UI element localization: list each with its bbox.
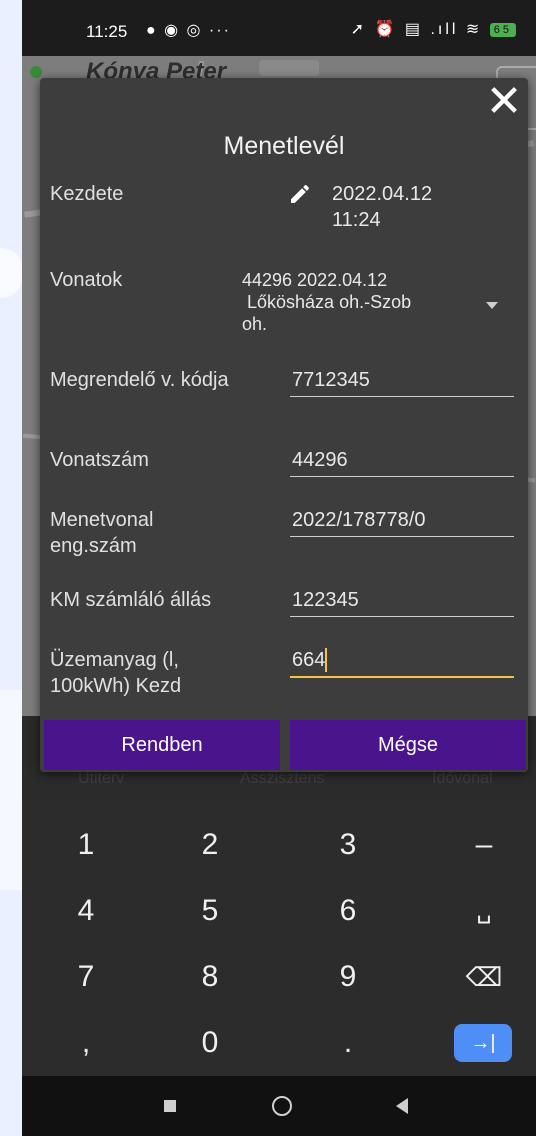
backspace-icon[interactable]: ⌫ <box>454 952 514 1002</box>
key-1[interactable]: 1 <box>56 820 116 870</box>
customer-code-label: Megrendelő v. kódja <box>50 369 229 391</box>
numeric-keyboard: 1 2 3 – 4 5 6 ␣ 7 8 9 ⌫ , 0 . →| <box>22 798 536 1076</box>
next-field-icon[interactable]: →| <box>454 1024 512 1062</box>
fuel-input[interactable]: 664 <box>292 648 328 672</box>
key-period[interactable]: . <box>318 1018 378 1068</box>
km-counter-label: KM számláló állás <box>50 589 212 611</box>
phone-screen: 11:25 ● ◉ ◎ ··· ➚ ⏰ ▤ .ıll ≋ 65 Kónya Pe… <box>22 0 536 1136</box>
back-icon[interactable] <box>396 1098 408 1114</box>
key-7[interactable]: 7 <box>56 952 116 1002</box>
pencil-icon[interactable] <box>288 182 312 206</box>
tab-idovonal[interactable]: Idővonal <box>432 770 493 788</box>
recents-icon[interactable] <box>164 1100 176 1112</box>
dropdown-arrow-icon <box>486 302 498 309</box>
signal-wifi-icons: ➚ ⏰ ▤ .ıll ≋ <box>350 21 483 38</box>
km-counter-underline <box>290 616 514 617</box>
system-icons: ➚ ⏰ ▤ .ıll ≋ 65 <box>351 19 516 39</box>
location-pin-icon <box>30 66 42 78</box>
background-decoration <box>0 690 22 890</box>
fuel-label-1: Üzemanyag (l, <box>50 649 179 671</box>
key-8[interactable]: 8 <box>180 952 240 1002</box>
key-2[interactable]: 2 <box>180 820 240 870</box>
cancel-button[interactable]: Mégse <box>290 720 526 770</box>
customer-code-underline <box>290 396 514 397</box>
trains-line-3: oh. <box>242 314 268 334</box>
train-number-underline <box>290 476 514 477</box>
status-bar: 11:25 ● ◉ ◎ ··· ➚ ⏰ ▤ .ıll ≋ 65 <box>22 0 536 56</box>
route-permit-underline <box>290 536 514 537</box>
tab-utiterv[interactable]: Útiterv <box>78 770 124 788</box>
start-time: 11:24 <box>332 209 381 231</box>
start-label: Kezdete <box>50 183 124 205</box>
key-9[interactable]: 9 <box>318 952 378 1002</box>
key-0[interactable]: 0 <box>180 1018 240 1068</box>
space-icon[interactable]: ␣ <box>454 886 514 936</box>
battery-icon: 65 <box>489 22 516 37</box>
key-minus[interactable]: – <box>454 820 514 870</box>
fuel-underline <box>290 676 514 678</box>
home-icon[interactable] <box>272 1096 292 1116</box>
fuel-input-value: 664 <box>292 649 326 671</box>
key-6[interactable]: 6 <box>318 886 378 936</box>
key-comma[interactable]: , <box>56 1018 116 1068</box>
ok-button[interactable]: Rendben <box>44 720 280 770</box>
background-decoration <box>0 248 22 298</box>
train-number-input[interactable]: 44296 <box>292 448 348 472</box>
train-number-label: Vonatszám <box>50 449 149 471</box>
trains-label: Vonatok <box>50 269 123 291</box>
notification-icons: ● ◉ ◎ ··· <box>146 22 231 39</box>
dialog-title: Menetlevél <box>223 132 345 160</box>
menetlevel-dialog: ✕ Menetlevél Kezdete 2022.04.12 11:24 Vo… <box>40 78 528 772</box>
route-permit-label-1: Menetvonal <box>50 509 154 531</box>
customer-code-input[interactable]: 7712345 <box>292 368 370 392</box>
route-permit-label-2: eng.szám <box>50 535 137 557</box>
map-label <box>259 60 319 76</box>
fuel-label-2: 100kWh) Kezd <box>50 675 182 697</box>
key-3[interactable]: 3 <box>318 820 378 870</box>
system-navigation-bar <box>22 1076 536 1136</box>
close-icon[interactable]: ✕ <box>480 78 528 126</box>
text-cursor <box>325 648 328 672</box>
km-counter-input[interactable]: 122345 <box>292 588 359 612</box>
key-5[interactable]: 5 <box>180 886 240 936</box>
trains-line-1: 44296 2022.04.12 <box>242 270 388 290</box>
start-date: 2022.04.12 <box>332 183 433 205</box>
trains-line-2: Lőkösháza oh.-Szob <box>242 292 412 312</box>
route-permit-input[interactable]: 2022/178778/0 <box>292 508 425 532</box>
tab-asszisztens[interactable]: Asszisztens <box>240 770 324 788</box>
status-time: 11:25 <box>86 22 128 41</box>
key-4[interactable]: 4 <box>56 886 116 936</box>
